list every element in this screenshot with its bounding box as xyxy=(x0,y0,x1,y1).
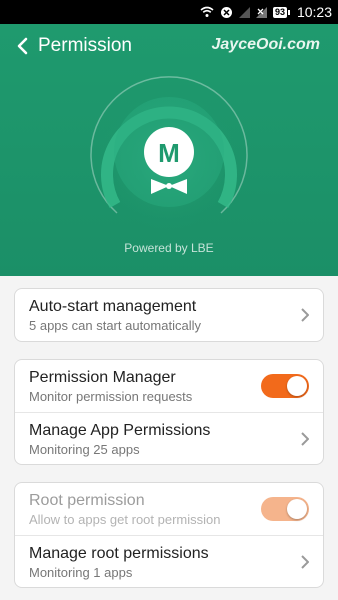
manage-app-permissions-title: Manage App Permissions xyxy=(29,422,211,439)
autostart-subtitle: 5 apps can start automatically xyxy=(29,318,201,333)
powered-by-label: Powered by LBE xyxy=(124,241,214,255)
signal-icon xyxy=(238,6,250,18)
manage-root-permissions-title: Manage root permissions xyxy=(29,545,209,562)
watermark: JayceOoi.com xyxy=(211,36,321,53)
autostart-row[interactable]: Auto-start management 5 apps can start a… xyxy=(15,289,323,341)
chevron-right-icon xyxy=(301,553,310,574)
wifi-icon xyxy=(200,6,214,18)
root-card: Root permission Allow to apps get root p… xyxy=(14,482,324,588)
toggle-knob xyxy=(287,499,307,519)
no-signal-icon xyxy=(255,6,267,18)
logo-letter: M xyxy=(158,138,180,168)
header: Permission JayceOoi.com M Powered by LBE xyxy=(0,24,338,276)
back-button[interactable] xyxy=(10,34,34,58)
status-bar: 93 10:23 xyxy=(0,0,338,24)
status-time: 10:23 xyxy=(296,4,332,20)
permission-manager-toggle[interactable] xyxy=(261,374,309,398)
permission-manager-row: Permission Manager Monitor permission re… xyxy=(15,360,323,412)
permission-card: Permission Manager Monitor permission re… xyxy=(14,359,324,465)
page-title: Permission xyxy=(38,35,132,56)
chevron-right-icon xyxy=(301,430,310,451)
chevron-right-icon xyxy=(301,306,310,327)
root-permission-row: Root permission Allow to apps get root p… xyxy=(15,483,323,535)
sync-blocked-icon xyxy=(220,6,233,19)
manage-app-permissions-row[interactable]: Manage App Permissions Monitoring 25 app… xyxy=(15,412,323,464)
autostart-title: Auto-start management xyxy=(29,298,197,315)
back-arrow-icon xyxy=(17,37,28,55)
manage-app-permissions-subtitle: Monitoring 25 apps xyxy=(29,442,140,457)
battery-icon: 93 xyxy=(272,6,290,18)
root-permission-toggle[interactable] xyxy=(261,497,309,521)
manage-root-permissions-row[interactable]: Manage root permissions Monitoring 1 app… xyxy=(15,535,323,587)
manage-root-permissions-subtitle: Monitoring 1 apps xyxy=(29,565,133,580)
toggle-knob xyxy=(287,376,307,396)
autostart-card: Auto-start management 5 apps can start a… xyxy=(14,288,324,342)
